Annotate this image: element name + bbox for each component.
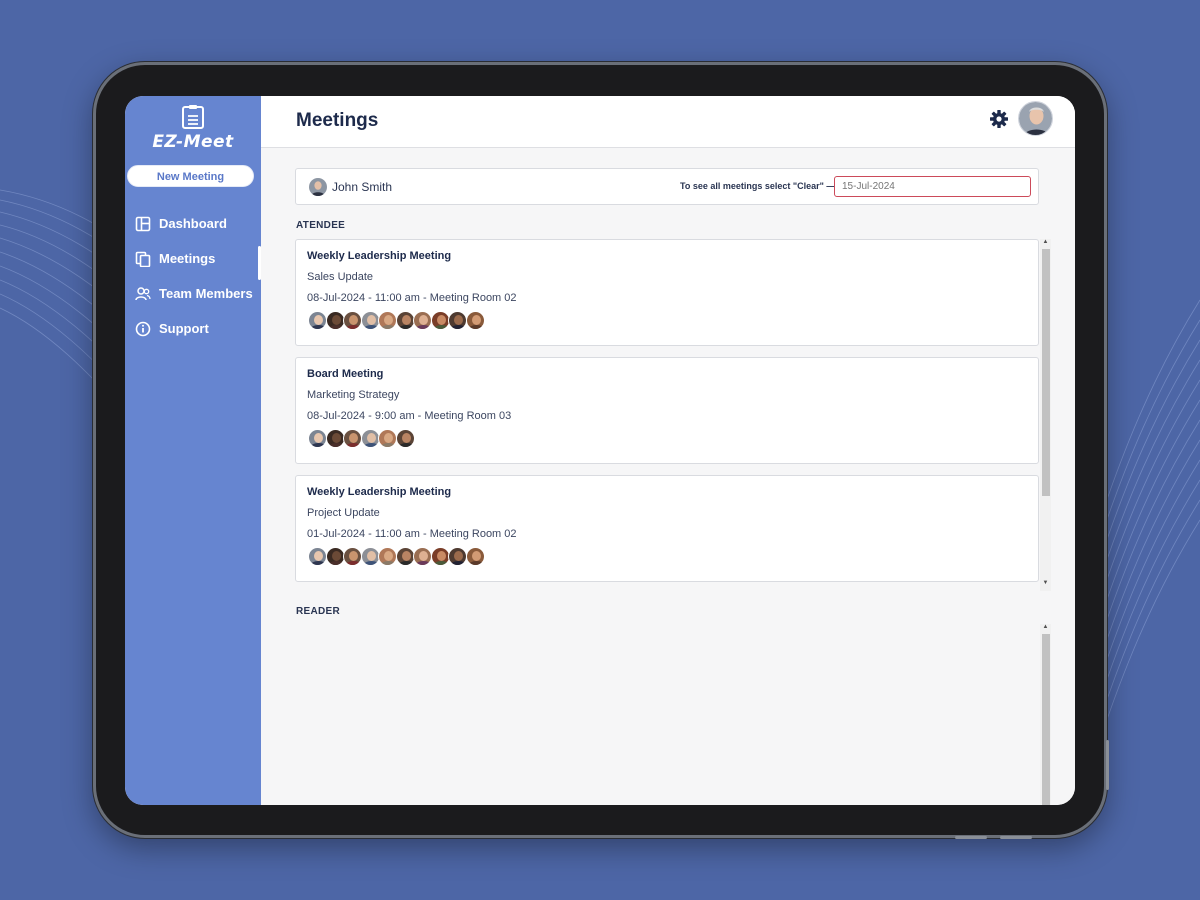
scroll-up-arrow-icon[interactable]: ▲ [1040,239,1051,245]
meeting-datetime-room: 08-Jul-2024 - 11:00 am - Meeting Room 02 [307,292,517,304]
gear-icon[interactable] [989,109,1009,134]
selected-user-name[interactable]: John Smith [332,180,392,194]
attendee-avatar [465,547,485,566]
attendee-avatar [308,429,327,448]
attendee-avatar [378,547,397,566]
meeting-card[interactable]: Weekly Leadership Meeting Sales Update 0… [295,239,1039,346]
scrollbar-thumb[interactable] [1042,249,1050,496]
scroll-down-arrow-icon[interactable]: ▼ [1040,580,1051,586]
meeting-title: Weekly Leadership Meeting [307,486,452,498]
meeting-card[interactable]: Weekly Leadership Meeting Project Update… [295,475,1039,582]
page-title: Meetings [296,110,379,131]
team-icon [135,286,151,302]
meeting-title: Board Meeting [307,368,384,380]
sidebar-item-label: Team Members [159,286,253,301]
attendee-meeting-list: Weekly Leadership Meeting Sales Update 0… [295,239,1051,591]
attendee-avatar [430,311,450,330]
attendee-avatar [378,311,397,330]
sidebar-nav: Dashboard Meetings Team Members Support [125,206,261,346]
sidebar: EZ-Meet New Meeting Dashboard Meetings T… [125,96,261,805]
attendee-avatar [343,311,362,330]
sidebar-item-team-members[interactable]: Team Members [125,276,261,311]
attendee-avatar [430,547,450,566]
meeting-subject: Project Update [307,507,380,519]
logo-icon [182,105,204,129]
clear-hint: To see all meetings select "Clear" — [680,181,836,191]
meetings-icon [135,251,151,267]
meeting-datetime-room: 08-Jul-2024 - 9:00 am - Meeting Room 03 [307,410,512,422]
meeting-subject: Sales Update [307,271,374,283]
attendee-avatar [360,311,380,330]
attendee-avatar [378,429,397,448]
meeting-title: Weekly Leadership Meeting [307,250,452,262]
attendee-avatar [448,547,467,566]
sidebar-item-dashboard[interactable]: Dashboard [125,206,261,241]
dashboard-icon [135,216,151,232]
attendee-avatar [465,311,485,330]
sidebar-item-label: Meetings [159,251,216,266]
main-content: Meetings John Smith To see all meetings … [261,96,1075,805]
attendee-section-label: ATENDEE [296,220,346,231]
attendee-avatars [308,547,485,566]
user-avatar[interactable] [1018,101,1053,136]
attendee-avatar [395,547,415,566]
filter-bar: John Smith To see all meetings select "C… [295,168,1039,205]
attendee-avatar [325,429,345,448]
date-filter-input[interactable] [834,176,1031,197]
attendee-avatar [325,311,345,330]
sidebar-item-label: Dashboard [159,216,227,231]
attendee-avatar [395,311,415,330]
meeting-datetime-room: 01-Jul-2024 - 11:00 am - Meeting Room 02 [307,528,517,540]
attendee-avatar [448,311,467,330]
sidebar-item-label: Support [159,321,209,336]
app-screen: EZ-Meet New Meeting Dashboard Meetings T… [125,96,1075,805]
attendee-avatar [395,429,415,448]
meeting-card[interactable]: Board Meeting Marketing Strategy 08-Jul-… [295,357,1039,464]
tablet-top-button [1000,836,1032,839]
app-logo[interactable]: EZ-Meet [125,104,261,152]
top-bar: Meetings [261,96,1075,148]
attendee-avatar [360,547,380,566]
attendee-avatar [360,429,380,448]
attendee-avatars [308,311,485,330]
attendee-avatar [308,547,327,566]
scrollbar-thumb[interactable] [1042,634,1050,805]
meeting-subject: Marketing Strategy [307,389,400,401]
new-meeting-button[interactable]: New Meeting [127,165,254,187]
sidebar-item-support[interactable]: Support [125,311,261,346]
scroll-up-arrow-icon[interactable]: ▲ [1040,624,1051,630]
attendee-avatar [343,429,362,448]
avatar [309,178,327,196]
attendee-avatar [413,547,432,566]
tablet-top-button [955,836,987,839]
app-name: EZ-Meet [152,132,234,152]
attendee-avatar [343,547,362,566]
attendee-avatar [308,311,327,330]
attendee-avatars [308,429,415,448]
attendee-avatar [413,311,432,330]
tablet-side-button [1106,740,1109,790]
sidebar-item-meetings[interactable]: Meetings [125,241,261,280]
reader-section-label: READER [296,606,341,617]
attendee-avatar [325,547,345,566]
info-icon [135,321,151,337]
